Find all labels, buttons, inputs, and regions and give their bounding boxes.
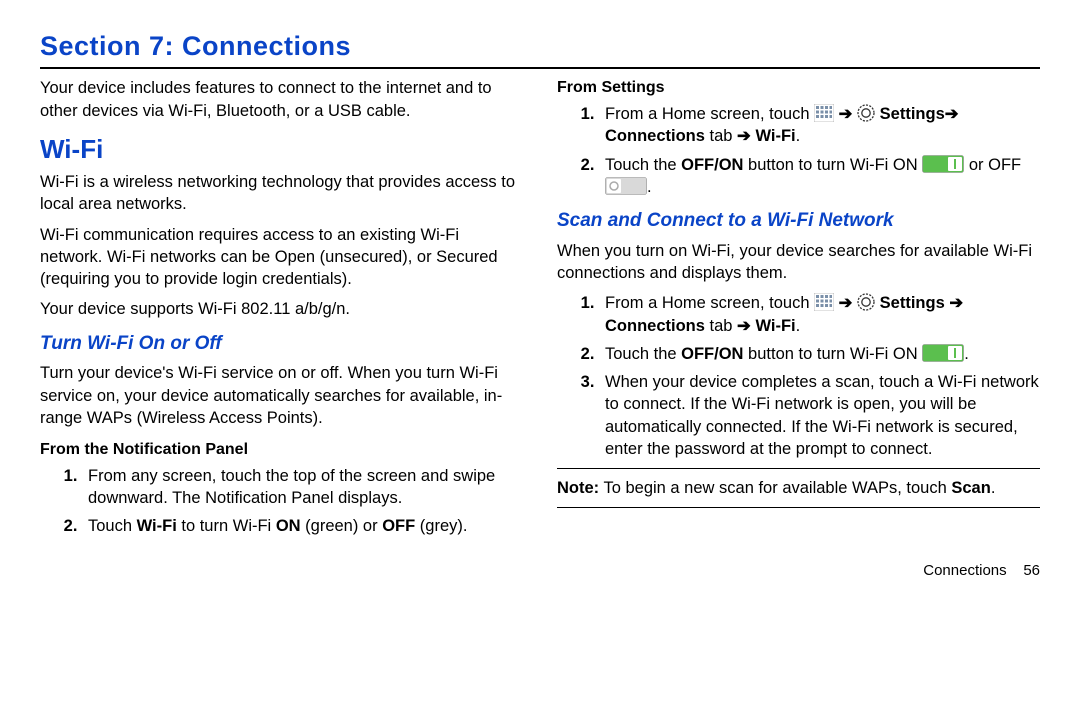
scan-step1: From a Home screen, touch ➔ Settings ➔ C… [599,292,1040,337]
apps-grid-icon [814,104,834,122]
settings-step2: Touch the OFF/ON button to turn Wi-Fi ON… [599,154,1040,199]
wifi-heading: Wi-Fi [40,132,523,167]
footer-page-number: 56 [1023,562,1040,579]
notif-step2: Touch Wi-Fi to turn Wi-Fi ON (green) or … [82,515,523,537]
toggle-on-icon [922,344,964,362]
turn-wifi-heading: Turn Wi-Fi On or Off [40,331,523,357]
scan-step2: Touch the OFF/ON button to turn Wi-Fi ON… [599,343,1040,365]
section-title: Section 7: Connections [40,28,1040,64]
footer-section-name: Connections [923,562,1006,579]
note-paragraph: Note: To begin a new scan for available … [557,477,1040,499]
scan-p1: When you turn on Wi-Fi, your device sear… [557,240,1040,285]
notif-step1: From any screen, touch the top of the sc… [82,465,523,510]
wifi-p3: Your device supports Wi-Fi 802.11 a/b/g/… [40,298,523,320]
note-divider-top [557,468,1040,469]
apps-grid-icon [814,293,834,311]
settings-gear-icon [857,293,875,311]
note-divider-bottom [557,507,1040,508]
wifi-p2: Wi-Fi communication requires access to a… [40,224,523,291]
settings-gear-icon [857,104,875,122]
page-footer: Connections 56 [40,561,1040,581]
section-rule [40,67,1040,69]
intro-paragraph: Your device includes features to connect… [40,77,523,122]
wifi-p1: Wi-Fi is a wireless networking technolog… [40,171,523,216]
toggle-on-icon [922,155,964,173]
settings-step1: From a Home screen, touch ➔ Settings➔ Co… [599,103,1040,148]
toggle-off-icon [605,177,647,195]
scan-step3: When your device completes a scan, touch… [599,371,1040,460]
from-notif-heading: From the Notification Panel [40,439,523,461]
turn-wifi-p: Turn your device's Wi-Fi service on or o… [40,362,523,429]
from-settings-heading: From Settings [557,77,1040,99]
scan-heading: Scan and Connect to a Wi-Fi Network [557,208,1040,234]
